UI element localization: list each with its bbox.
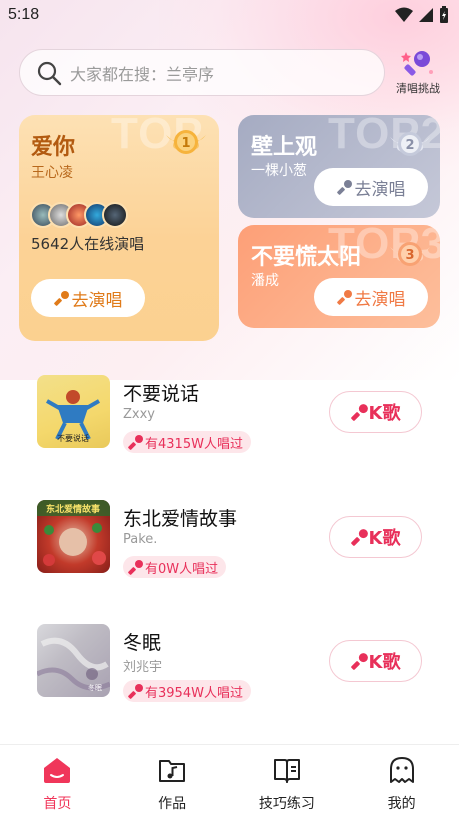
online-avatars (30, 202, 128, 228)
tab-profile-label: 我的 (387, 796, 416, 812)
tab-works-label: 作品 (158, 796, 187, 812)
top2-sing-button[interactable]: 去演唱 (314, 168, 428, 206)
karaoke-button[interactable]: K歌 (329, 391, 422, 433)
acapella-challenge-button[interactable]: 清唱挑战 (392, 48, 444, 98)
microphone-icon (350, 653, 368, 670)
sing-count-badge: 有4315W人唱过 (123, 431, 251, 453)
top2-card[interactable]: TOP2 壁上观 一棵小葱 2 去演唱 (238, 115, 440, 218)
song-cover: 冬眠 (37, 624, 110, 697)
karaoke-label: K歌 (368, 652, 401, 673)
song-artist: 刘兆宇 (123, 660, 163, 675)
tab-practice-label: 技巧练习 (258, 796, 315, 812)
microphone-icon (128, 684, 143, 699)
top1-artist: 王心凌 (31, 165, 73, 181)
microphone-icon (350, 404, 368, 421)
top3-artist: 潘成 (251, 273, 279, 289)
tab-practice[interactable]: 技巧练习 (230, 745, 345, 817)
sing-count: 有0W人唱过 (145, 561, 219, 577)
book-icon (273, 759, 300, 783)
song-title: 东北爱情故事 (123, 508, 238, 530)
signal-icon (419, 8, 433, 22)
gold-medal-icon: 1 (166, 130, 206, 154)
microphone-icon (128, 560, 143, 575)
tab-works[interactable]: 作品 (115, 745, 230, 817)
bronze-medal-icon: 3 (390, 242, 430, 266)
top1-sing-button[interactable]: 去演唱 (31, 279, 145, 317)
microphone-icon (336, 290, 352, 305)
top3-sing-button[interactable]: 去演唱 (314, 278, 428, 316)
top1-card[interactable]: TOP 爱你 王心凌 1 5642人在线演唱 去演唱 (19, 115, 219, 341)
status-icons (395, 6, 449, 24)
silver-medal-icon: 2 (390, 132, 430, 156)
song-list-item[interactable]: 冬眠 冬眠 刘兆宇 有3954W人唱过 K歌 (0, 624, 459, 714)
status-bar: 5:18 (0, 0, 459, 32)
top2-sing-label: 去演唱 (354, 179, 406, 200)
sing-count: 有3954W人唱过 (145, 685, 243, 701)
top2-artist: 一棵小葱 (251, 163, 307, 179)
search-input[interactable]: 大家都在搜：兰亭序 (19, 49, 385, 96)
tab-home-label: 首页 (43, 796, 72, 812)
cover-art: 冬眠 (37, 637, 110, 692)
song-artist: Pake. (123, 532, 158, 547)
microphone-icon (350, 529, 368, 546)
microphone-star-icon (401, 51, 433, 76)
song-list-item[interactable]: 东北爱情故事 东北爱情故事 Pake. 有0W人唱过 K歌 (0, 500, 459, 590)
online-count: 5642人在线演唱 (31, 235, 145, 253)
search-icon (37, 61, 62, 85)
cover-text: 东北爱情故事 (46, 503, 100, 515)
bronze-medal-rank: 3 (405, 248, 414, 263)
song-list-item[interactable]: 不要说话 不要说话 Zxxy 有4315W人唱过 K歌 (0, 375, 459, 465)
search-placeholder: 大家都在搜：兰亭序 (70, 64, 215, 84)
avatar (102, 202, 128, 228)
song-artist: Zxxy (123, 407, 155, 422)
top1-sing-label: 去演唱 (71, 290, 123, 311)
gold-medal-rank: 1 (181, 136, 190, 151)
microphone-icon (128, 435, 143, 450)
karaoke-label: K歌 (368, 528, 401, 549)
silver-medal-rank: 2 (405, 138, 414, 153)
top3-card[interactable]: TOP3 不要慌太阳 潘成 3 去演唱 (238, 225, 440, 328)
karaoke-button[interactable]: K歌 (329, 516, 422, 558)
sing-count-badge: 有3954W人唱过 (123, 680, 251, 702)
top3-title: 不要慌太阳 (251, 245, 362, 270)
status-time: 5:18 (8, 6, 40, 23)
home-icon (44, 758, 71, 783)
sing-count: 有4315W人唱过 (145, 436, 243, 452)
microphone-icon (53, 291, 69, 306)
top3-sing-label: 去演唱 (354, 289, 406, 310)
bottom-tab-bar: 首页 作品 技巧练习 我的 (0, 744, 459, 817)
top1-title: 爱你 (31, 135, 76, 160)
cover-art: 不要说话 (46, 390, 100, 443)
top2-title: 壁上观 (251, 135, 318, 160)
cover-text: 冬眠 (88, 683, 102, 692)
song-title: 冬眠 (123, 632, 162, 654)
battery-icon (440, 6, 448, 23)
cover-text: 不要说话 (57, 433, 89, 443)
song-cover: 东北爱情故事 (37, 500, 110, 573)
microphone-icon (336, 180, 352, 195)
cover-art: 东北爱情故事 (37, 500, 110, 566)
song-title: 不要说话 (123, 383, 200, 405)
wifi-icon (395, 7, 413, 22)
challenge-label: 清唱挑战 (396, 82, 440, 95)
tab-profile[interactable]: 我的 (344, 745, 459, 817)
music-folder-icon (159, 760, 186, 782)
tab-home[interactable]: 首页 (0, 745, 115, 817)
sing-count-badge: 有0W人唱过 (123, 556, 227, 578)
ghost-profile-icon (389, 757, 414, 783)
karaoke-button[interactable]: K歌 (329, 640, 422, 682)
karaoke-label: K歌 (368, 403, 401, 424)
song-cover: 不要说话 (37, 375, 110, 448)
